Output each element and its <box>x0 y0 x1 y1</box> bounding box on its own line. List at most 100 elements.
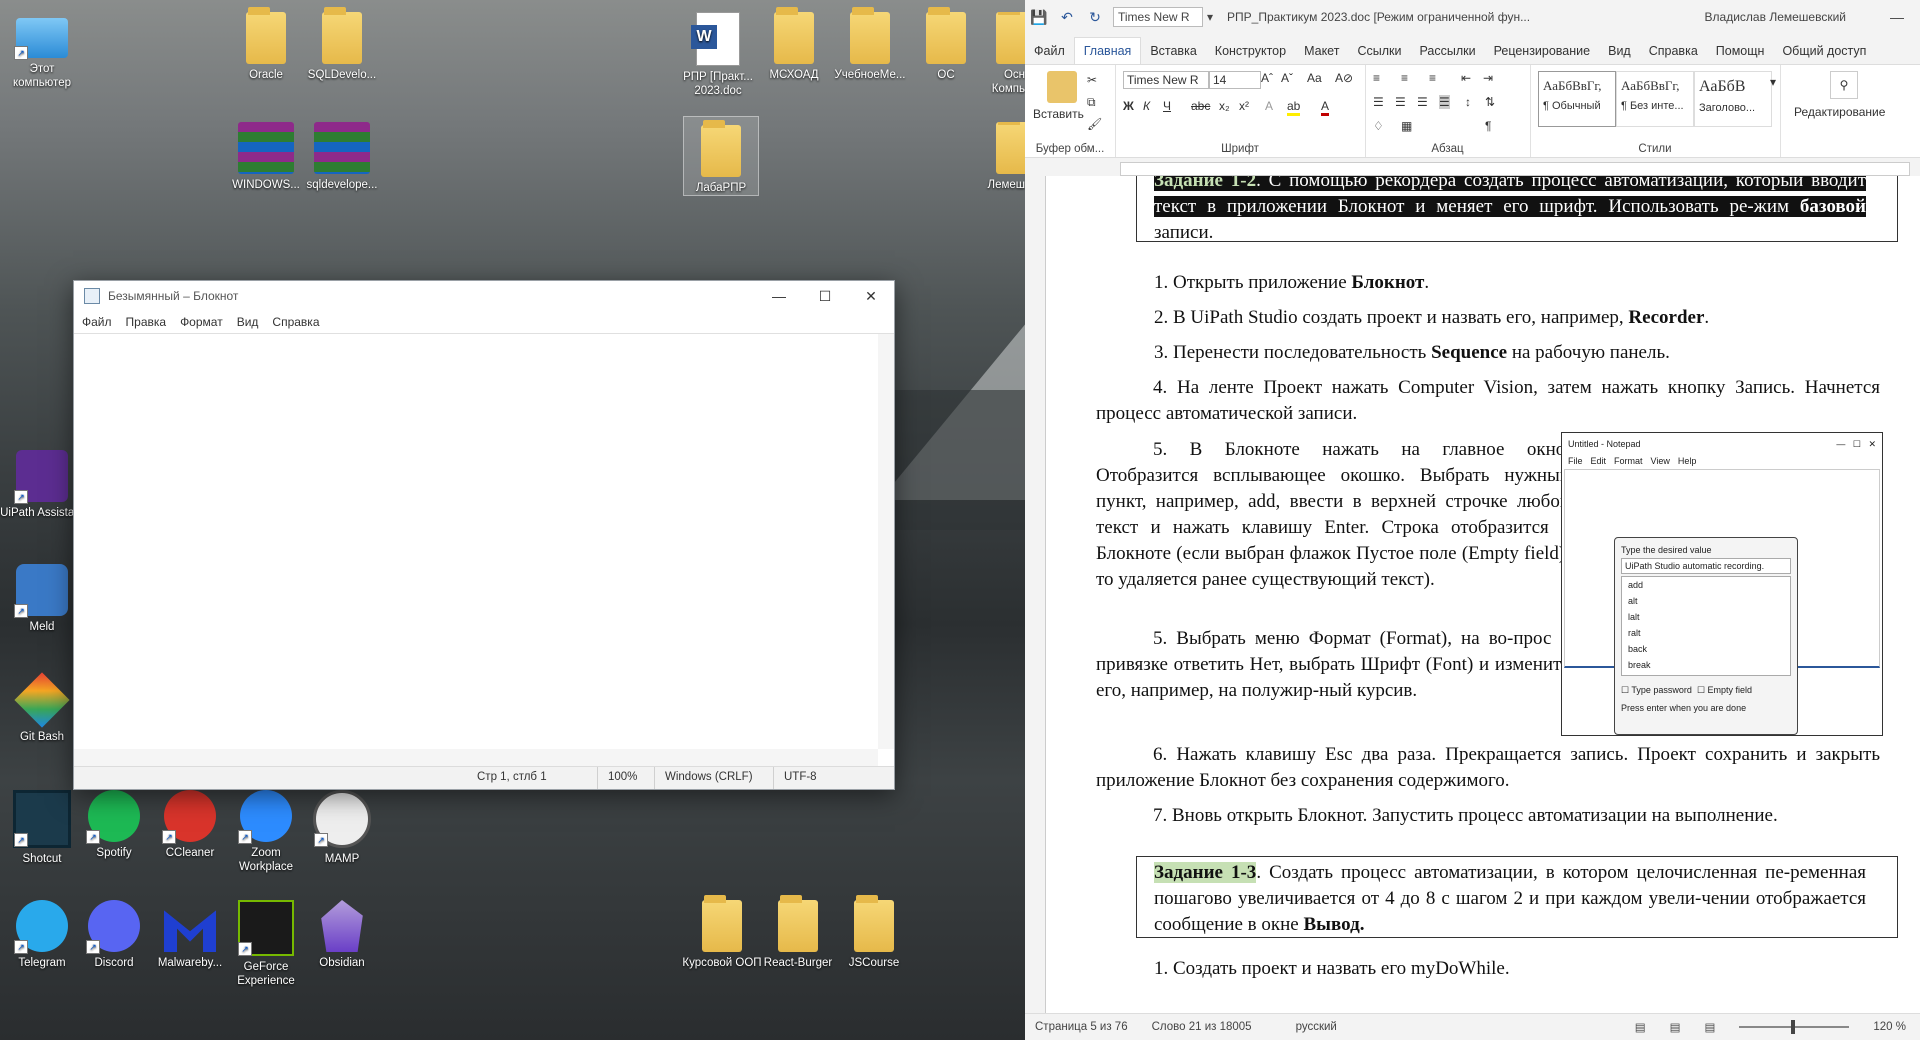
align-center-icon[interactable]: ☰ <box>1395 95 1406 109</box>
desktop-folder-mskhoad[interactable]: МСХОАД <box>752 7 836 82</box>
redo-icon[interactable]: ↻ <box>1081 9 1109 26</box>
shading-icon[interactable]: ♢ <box>1373 119 1384 133</box>
subscript-icon[interactable]: x₂ <box>1219 99 1230 113</box>
desktop-folder-jscourse[interactable]: JSCourse <box>832 895 916 970</box>
web-layout-icon[interactable]: ▤ <box>1705 1020 1716 1034</box>
menu-edit[interactable]: Правка <box>126 315 167 329</box>
strikethrough-icon[interactable]: abc <box>1191 99 1210 113</box>
bullets-icon[interactable]: ≡ <box>1373 71 1380 85</box>
minimize-button[interactable]: — <box>756 281 802 311</box>
desktop-archive-sqldeveloper[interactable]: sqldevelope... <box>300 122 384 192</box>
page-count[interactable]: Страница 5 из 76 <box>1035 1021 1128 1033</box>
word-count[interactable]: Слово 21 из 18005 <box>1152 1021 1252 1033</box>
desktop-folder-sqldeveloper[interactable]: SQLDevelo... <box>300 7 384 82</box>
zoom-level[interactable]: 120 % <box>1873 1021 1906 1033</box>
tab-help[interactable]: Справка <box>1640 38 1707 64</box>
desktop-icon-discord[interactable]: ↗ Discord <box>72 900 156 970</box>
quick-access-dropdown-icon[interactable]: ▾ <box>1207 10 1213 24</box>
decrease-indent-icon[interactable]: ⇤ <box>1461 71 1471 85</box>
notepad-titlebar[interactable]: Безымянный – Блокнот — ☐ ✕ <box>74 281 894 311</box>
shrink-font-icon[interactable]: Aˇ <box>1281 71 1293 85</box>
word-window[interactable]: 💾 ↶ ↻ Times New R ▾ РПР_Практикум 2023.d… <box>1025 0 1920 1040</box>
word-titlebar[interactable]: 💾 ↶ ↻ Times New R ▾ РПР_Практикум 2023.d… <box>1025 0 1920 34</box>
desktop-folder-react-burger[interactable]: React-Burger <box>756 895 840 970</box>
search-icon[interactable]: ⚲ <box>1830 71 1858 99</box>
user-name[interactable]: Владислав Лемешевский <box>1705 10 1846 24</box>
desktop-folder-lemesh[interactable]: Лемеш <box>970 122 1025 192</box>
copy-icon[interactable]: ⧉ <box>1087 95 1096 110</box>
tab-assistant[interactable]: Помощн <box>1707 38 1774 64</box>
line-spacing-icon[interactable]: ↕ <box>1465 95 1471 109</box>
multilevel-list-icon[interactable]: ≡ <box>1429 71 1436 85</box>
font-size-box[interactable]: 14 <box>1209 71 1261 89</box>
minimize-button[interactable]: — <box>1874 9 1920 25</box>
editing-button[interactable]: Редактирование <box>1794 105 1885 119</box>
undo-icon[interactable]: ↶ <box>1053 9 1081 26</box>
zoom-slider[interactable] <box>1739 1020 1850 1034</box>
save-icon[interactable]: 💾 <box>1025 9 1053 26</box>
desktop-folder-oracle[interactable]: Oracle <box>224 7 308 82</box>
text-effects-icon[interactable]: A <box>1265 99 1273 113</box>
style-heading[interactable]: АаБбВ Заголово... <box>1694 71 1772 127</box>
underline-icon[interactable]: Ч <box>1163 99 1171 113</box>
tab-view[interactable]: Вид <box>1599 38 1640 64</box>
paste-icon[interactable] <box>1047 71 1077 103</box>
desktop-folder-uchebnoe[interactable]: УчебноеМе... <box>828 7 912 82</box>
read-mode-icon[interactable]: ▤ <box>1635 1020 1646 1034</box>
font-name-box[interactable]: Times New R <box>1123 71 1209 89</box>
style-no-spacing[interactable]: АаБбВвГг, ¶ Без инте... <box>1616 71 1694 127</box>
document-page[interactable]: Задание 1-2. С помощью рекордера создать… <box>1046 176 1920 1014</box>
maximize-button[interactable]: ☐ <box>802 281 848 311</box>
print-layout-icon[interactable]: ▤ <box>1670 1020 1681 1034</box>
desktop-icon-meld[interactable]: ↗ Meld <box>0 564 84 634</box>
numbering-icon[interactable]: ≡ <box>1401 71 1408 85</box>
sort-icon[interactable]: ⇅ <box>1485 95 1495 109</box>
grow-font-icon[interactable]: Aˆ <box>1261 71 1273 85</box>
bold-icon[interactable]: Ж <box>1123 99 1134 113</box>
desktop-folder-osn[interactable]: Осн Компь <box>970 12 1025 96</box>
vertical-scrollbar[interactable] <box>878 334 894 749</box>
language[interactable]: русский <box>1296 1021 1337 1033</box>
share-button[interactable]: Общий доступ <box>1773 38 1875 64</box>
styles-scroll-icon[interactable]: ▾ <box>1770 75 1776 89</box>
menu-help[interactable]: Справка <box>272 315 319 329</box>
font-color-icon[interactable]: A <box>1321 99 1330 116</box>
show-formatting-icon[interactable]: ¶ <box>1485 119 1491 133</box>
notepad-text-area[interactable] <box>74 333 894 767</box>
desktop-icon-malwarebytes[interactable]: Malwareby... <box>148 900 232 970</box>
desktop-icon-ccleaner[interactable]: ↗ CCleaner <box>148 790 232 860</box>
change-case-icon[interactable]: Aa <box>1307 71 1322 85</box>
tab-layout[interactable]: Макет <box>1295 38 1348 64</box>
highlight-icon[interactable]: ab <box>1287 99 1301 116</box>
notepad-window[interactable]: Безымянный – Блокнот — ☐ ✕ Файл Правка Ф… <box>73 280 895 790</box>
align-right-icon[interactable]: ☰ <box>1417 95 1428 109</box>
format-painter-icon[interactable]: 🖌 <box>1087 117 1102 131</box>
tab-review[interactable]: Рецензирование <box>1485 38 1600 64</box>
desktop-icon-obsidian[interactable]: Obsidian <box>300 900 384 970</box>
tab-home[interactable]: Главная <box>1073 37 1142 64</box>
desktop-icon-zoom[interactable]: ↗ Zoom Workplace <box>224 790 308 874</box>
increase-indent-icon[interactable]: ⇥ <box>1483 71 1493 85</box>
borders-icon[interactable]: ▦ <box>1401 119 1412 133</box>
horizontal-scrollbar[interactable] <box>74 749 878 767</box>
menu-format[interactable]: Формат <box>180 315 223 329</box>
desktop-icon-mamp[interactable]: ↗ MAMP <box>300 790 384 866</box>
desktop-icon-spotify[interactable]: ↗ Spotify <box>72 790 156 860</box>
menu-file[interactable]: Файл <box>82 315 112 329</box>
tab-design[interactable]: Конструктор <box>1206 38 1295 64</box>
cut-icon[interactable]: ✂ <box>1087 73 1097 87</box>
justify-icon[interactable]: ☰ <box>1439 95 1450 109</box>
paste-button[interactable]: Вставить <box>1033 107 1084 121</box>
desktop-icon-uipath-assistant[interactable]: ↗ UiPath Assistant <box>0 450 84 520</box>
desktop-icon-geforce[interactable]: ↗ GeForce Experience <box>224 900 308 988</box>
desktop-doc-rpr[interactable]: W РПР [Практ... 2023.doc <box>676 12 760 98</box>
desktop-folder-kursovoy[interactable]: Курсовой ООП <box>680 895 764 970</box>
menu-view[interactable]: Вид <box>237 315 259 329</box>
close-button[interactable]: ✕ <box>848 281 894 311</box>
desktop-folder-laba-rpr[interactable]: ЛабаРПР <box>683 116 759 196</box>
tab-insert[interactable]: Вставка <box>1141 38 1205 64</box>
desktop-icon-this-pc[interactable]: ↗ Этот компьютер <box>0 12 84 90</box>
tab-file[interactable]: Файл <box>1025 38 1074 64</box>
superscript-icon[interactable]: x² <box>1239 99 1249 113</box>
tab-mailings[interactable]: Рассылки <box>1410 38 1484 64</box>
